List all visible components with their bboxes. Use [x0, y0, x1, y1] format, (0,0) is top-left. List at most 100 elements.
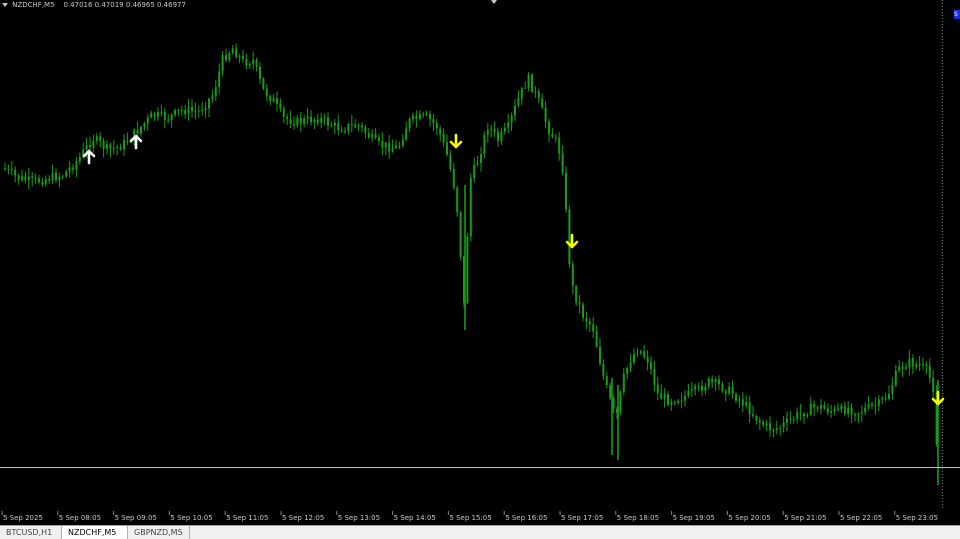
candle [636, 347, 639, 357]
x-axis-tick-label: 5 Sep 15:05 [449, 514, 491, 522]
candle [112, 139, 115, 155]
x-axis-tick-label: 5 Sep 08:05 [59, 514, 101, 522]
candle [653, 360, 656, 392]
tab-nzdchf[interactable]: NZDCHF,M5 [62, 526, 128, 539]
candle [619, 390, 622, 415]
candle [14, 166, 17, 183]
candle [146, 114, 149, 131]
candle [228, 51, 231, 63]
candle [225, 48, 227, 63]
candle [850, 403, 853, 424]
candle [500, 127, 503, 145]
dropdown-caret-icon[interactable] [2, 3, 8, 7]
candle [184, 104, 187, 119]
candle [840, 403, 843, 413]
chart-shift-marker-icon[interactable] [491, 0, 497, 4]
candle [854, 412, 856, 422]
candle [857, 412, 860, 423]
candle [327, 112, 329, 131]
candle [823, 401, 826, 410]
candle [68, 161, 71, 178]
candle [595, 325, 598, 349]
candle [531, 73, 533, 93]
candle [255, 57, 258, 72]
candle [333, 118, 336, 135]
x-axis-tick-label: 5 Sep 16:05 [505, 514, 547, 522]
candle [449, 150, 452, 172]
candle [143, 122, 146, 131]
candle [660, 384, 663, 400]
buy-arrow-icon[interactable] [129, 134, 143, 150]
sell-arrow-icon[interactable] [449, 133, 463, 149]
candle [347, 122, 350, 135]
candle [490, 124, 493, 138]
candle [803, 412, 805, 424]
candle [558, 131, 561, 161]
candle [908, 350, 911, 376]
candle [354, 119, 357, 128]
candle [262, 77, 265, 91]
candle [38, 175, 40, 185]
candle [405, 121, 408, 142]
candle [864, 402, 867, 416]
x-axis-tick-label: 5 Sep 17:05 [561, 514, 603, 522]
candle [568, 205, 571, 269]
sell-arrow-icon[interactable] [931, 390, 945, 406]
x-axis-tick-label: 5 Sep 11:05 [226, 514, 268, 522]
candle [41, 177, 44, 188]
candle [187, 98, 190, 121]
chart-canvas[interactable]: 5 Sep 2025 5 Sep 08:05 5 Sep 09:05 5 Sep 10… [0, 0, 960, 525]
candle [728, 382, 731, 396]
candle [218, 63, 221, 94]
candle [10, 161, 13, 176]
x-axis-tick-label: 5 Sep 22:05 [840, 514, 882, 522]
side-badge[interactable]: S [954, 10, 960, 19]
candle [663, 388, 666, 408]
candle [592, 316, 595, 339]
candle [153, 111, 156, 121]
candle [180, 106, 183, 116]
candle [932, 370, 935, 401]
candle [388, 135, 391, 159]
candle [480, 146, 482, 172]
tab-btcusd[interactable]: BTCUSD,H1 [0, 526, 62, 539]
candle [745, 395, 748, 409]
candle [548, 118, 550, 143]
candle [527, 72, 530, 92]
candle [626, 366, 629, 380]
tab-gbpnzd[interactable]: GBPNZD,M5 [128, 526, 190, 539]
candle [289, 110, 292, 128]
candle [561, 145, 564, 176]
candle [748, 396, 751, 423]
candle [197, 105, 200, 118]
buy-arrow-icon[interactable] [82, 149, 96, 165]
candle [575, 284, 578, 306]
candle [72, 163, 74, 175]
candle [741, 392, 744, 412]
candle [551, 127, 554, 139]
candle [680, 392, 683, 409]
candle [157, 107, 159, 121]
candle [279, 98, 282, 112]
candle [928, 358, 931, 384]
candle [170, 113, 173, 129]
price-chart[interactable]: 5 Sep 2025 5 Sep 08:05 5 Sep 09:05 5 Sep 10… [0, 0, 960, 525]
ohlc-values: 0.47016 0.47019 0.46965 0.46977 [63, 1, 186, 9]
candle [843, 401, 846, 417]
candle [459, 210, 462, 261]
candle [201, 101, 204, 116]
candle [514, 99, 516, 122]
candle [656, 376, 659, 401]
candle [316, 113, 319, 127]
candle [544, 101, 547, 129]
candle [860, 405, 863, 422]
candle [415, 110, 418, 128]
candle [412, 112, 414, 124]
trading-terminal-window: 5 Sep 2025 5 Sep 08:05 5 Sep 09:05 5 Sep 10… [0, 0, 960, 539]
candle [7, 164, 10, 175]
x-axis-tick-label: 5 Sep 20:05 [728, 514, 770, 522]
candle [633, 348, 635, 365]
candle [323, 113, 326, 126]
x-axis-tick-label: 5 Sep 14:05 [394, 514, 436, 522]
x-axis-tick-label: 5 Sep 19:05 [673, 514, 715, 522]
